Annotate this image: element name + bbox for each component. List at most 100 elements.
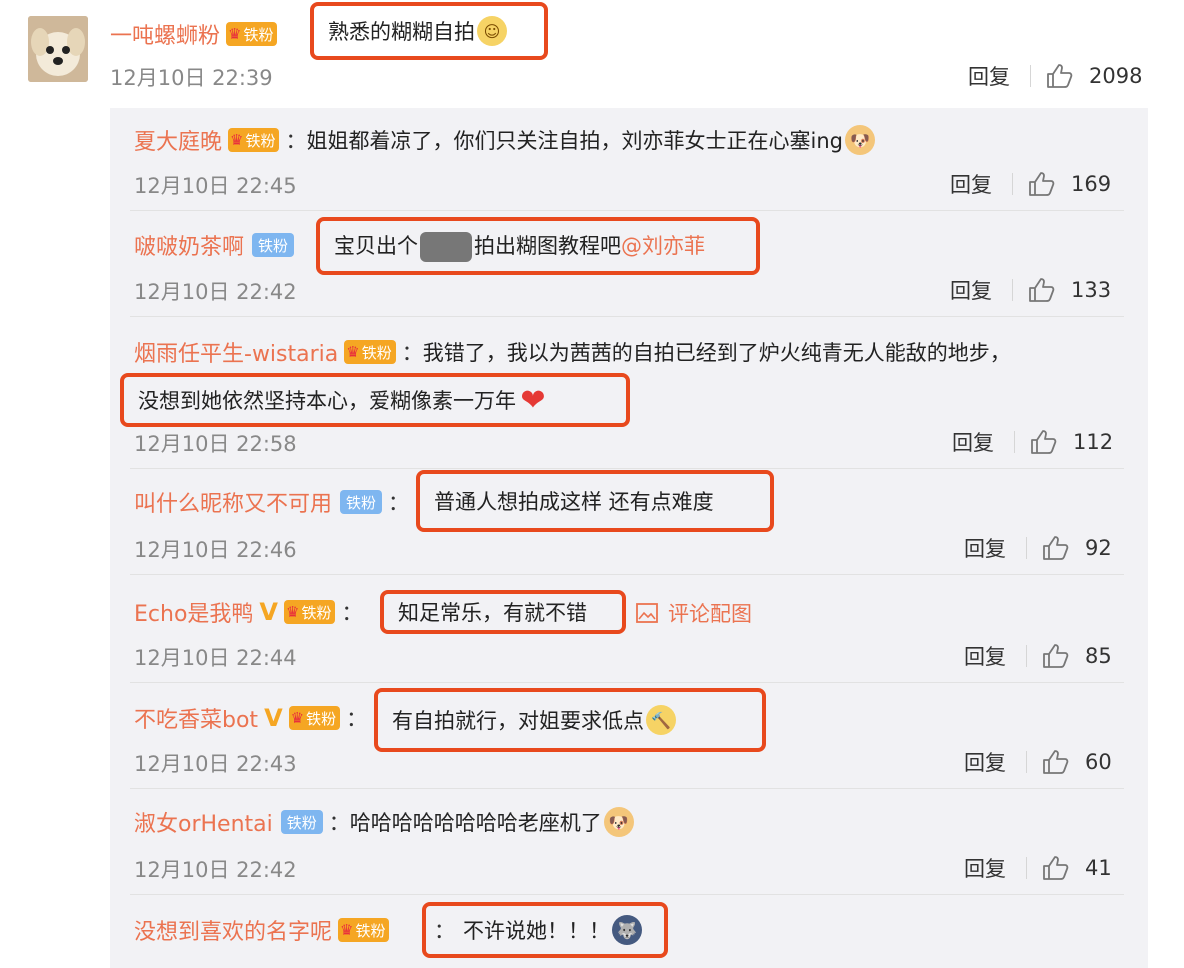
reply-button[interactable]: 回复 <box>964 533 1006 563</box>
reply-button[interactable]: 回复 <box>950 169 992 199</box>
like-thumb-icon[interactable] <box>1041 534 1069 562</box>
reply-button[interactable]: 回复 <box>964 853 1006 883</box>
crown-icon: ♛ <box>230 131 244 149</box>
reply-time: 12月10日 22:44 <box>134 646 297 670</box>
like-thumb-icon[interactable] <box>1041 748 1069 776</box>
redacted-block <box>420 232 472 262</box>
fan-badge[interactable]: ♛ 铁粉 <box>228 128 280 152</box>
divider <box>1012 173 1013 195</box>
fan-badge[interactable]: ♛ 铁粉 <box>338 918 390 942</box>
reply-text-line2: 没想到她依然坚持本心，爱糊像素一万年 <box>138 389 516 413</box>
reply-row: 烟雨任平生-wistaria ♛ 铁粉 ： 我错了，我以为茜茜的自拍已经到了炉火纯… <box>134 332 1011 372</box>
reply-actions: 回复 169 <box>950 168 1111 200</box>
mention-link[interactable]: @刘亦菲 <box>621 234 705 258</box>
reply-row: 啵啵奶茶啊 铁粉 <box>134 225 295 265</box>
reply-username[interactable]: 不吃香菜bot <box>134 702 258 734</box>
reply-username[interactable]: 没想到喜欢的名字呢 <box>134 914 332 946</box>
reply-button[interactable]: 回复 <box>964 747 1006 777</box>
reply-username[interactable]: 烟雨任平生-wistaria <box>134 336 338 368</box>
reply-actions: 回复 60 <box>964 746 1112 778</box>
divider <box>130 210 1124 211</box>
reply-button[interactable]: 回复 <box>950 275 992 305</box>
divider <box>130 468 1124 469</box>
reply-username[interactable]: 啵啵奶茶啊 <box>134 229 244 261</box>
fan-badge[interactable]: 铁粉 <box>252 233 295 257</box>
like-count: 133 <box>1071 278 1112 302</box>
hammer-face-emoji-icon: 🔨 <box>646 705 676 735</box>
like-count: 169 <box>1071 172 1112 196</box>
divider <box>1026 751 1027 773</box>
divider <box>1026 857 1027 879</box>
crown-icon: ♛ <box>340 921 354 939</box>
like-thumb-icon[interactable] <box>1045 62 1073 90</box>
divider <box>130 574 1124 575</box>
fan-badge[interactable]: ♛ 铁粉 <box>288 706 341 730</box>
reply-button[interactable]: 回复 <box>952 427 994 457</box>
highlight-box: 宝贝出个 拍出糊图教程吧@刘亦菲 <box>316 217 760 275</box>
divider <box>1026 645 1027 667</box>
divider <box>1012 279 1013 301</box>
reply-row: 淑女orHentai 铁粉 ： 哈哈哈哈哈哈哈哈老座机了 🐶 <box>134 802 634 842</box>
divider <box>130 682 1124 683</box>
reply-text: 宝贝出个 拍出糊图教程吧@刘亦菲 <box>334 230 705 262</box>
reply-time: 12月10日 22:42 <box>134 858 297 882</box>
highlight-box: 没想到她依然坚持本心，爱糊像素一万年 ❤ <box>120 373 630 427</box>
like-count: 41 <box>1085 856 1112 880</box>
reply-button[interactable]: 回复 <box>964 641 1006 671</box>
reply-username[interactable]: 淑女orHentai <box>134 806 273 838</box>
reply-time: 12月10日 22:45 <box>134 174 297 198</box>
reply-row: 叫什么昵称又不可用 铁粉 ： <box>134 482 409 522</box>
top-comment-header: 一吨螺蛳粉 ♛ 铁粉 <box>110 14 278 54</box>
fan-badge[interactable]: 铁粉 <box>340 490 383 514</box>
reply-actions: 回复 112 <box>952 426 1113 458</box>
highlight-box: 知足常乐，有就不错 <box>380 590 626 634</box>
crown-icon: ♛ <box>228 25 242 43</box>
like-thumb-icon[interactable] <box>1027 276 1055 304</box>
user-avatar[interactable] <box>28 16 88 82</box>
comment-time: 12月10日 22:39 <box>110 66 273 90</box>
reply-button[interactable]: 回复 <box>968 61 1010 91</box>
fan-badge[interactable]: ♛ 铁粉 <box>344 340 396 364</box>
reply-row: 夏大庭晚 ♛ 铁粉 ： 姐姐都着凉了，你们只关注自拍，刘亦菲女士正在心塞ing 🐶 <box>134 120 875 160</box>
image-icon <box>636 603 658 623</box>
fan-badge[interactable]: ♛ 铁粉 <box>283 600 336 624</box>
reply-actions: 回复 85 <box>964 640 1112 672</box>
reply-text: 不许说她！！！ <box>463 919 610 943</box>
divider <box>130 788 1124 789</box>
like-thumb-icon[interactable] <box>1029 428 1057 456</box>
like-thumb-icon[interactable] <box>1041 854 1069 882</box>
crown-icon: ♛ <box>285 603 300 621</box>
like-thumb-icon[interactable] <box>1041 642 1069 670</box>
crown-icon: ♛ <box>290 709 305 727</box>
doge-emoji-icon: 🐶 <box>603 807 634 837</box>
reply-username[interactable]: Echo是我鸭 <box>134 596 253 628</box>
highlight-box: 普通人想拍成这样 还有点难度 <box>416 470 774 532</box>
divider <box>130 316 1124 317</box>
like-thumb-icon[interactable] <box>1027 170 1055 198</box>
reply-row: 不吃香菜bot V ♛ 铁粉 ： <box>134 702 368 734</box>
highlight-box: 熟悉的糊糊自拍 ☺ <box>310 2 548 60</box>
comment-actions: 回复 2098 <box>968 60 1142 92</box>
reply-username[interactable]: 叫什么昵称又不可用 <box>134 486 332 518</box>
husky-emoji-icon: 🐺 <box>612 915 642 945</box>
reply-text: 普通人想拍成这样 还有点难度 <box>434 490 714 514</box>
fan-badge[interactable]: 铁粉 <box>280 810 323 834</box>
like-count: 2098 <box>1089 64 1143 88</box>
like-count: 60 <box>1085 750 1112 774</box>
verified-v-icon: V <box>259 598 278 626</box>
reply-time: 12月10日 22:58 <box>134 432 297 456</box>
reply-text-line1: 我错了，我以为茜茜的自拍已经到了炉火纯青无人能敌的地步， <box>422 341 1011 365</box>
comment-picture-link[interactable]: 评论配图 <box>636 598 752 628</box>
crown-icon: ♛ <box>346 343 360 361</box>
comment-username[interactable]: 一吨螺蛳粉 <box>110 18 220 50</box>
reply-time: 12月10日 22:46 <box>134 538 297 562</box>
reply-row: Echo是我鸭 V ♛ 铁粉 ： <box>134 596 363 628</box>
comment-text: 熟悉的糊糊自拍 <box>328 20 475 44</box>
heart-emoji-icon: ❤ <box>520 382 546 418</box>
verified-v-icon: V <box>264 704 283 732</box>
reply-actions: 回复 92 <box>964 532 1112 564</box>
highlight-box: 有自拍就行，对姐要求低点 🔨 <box>374 688 766 752</box>
reply-username[interactable]: 夏大庭晚 <box>134 124 222 156</box>
reply-time: 12月10日 22:43 <box>134 752 297 776</box>
fan-badge[interactable]: ♛ 铁粉 <box>226 22 278 46</box>
